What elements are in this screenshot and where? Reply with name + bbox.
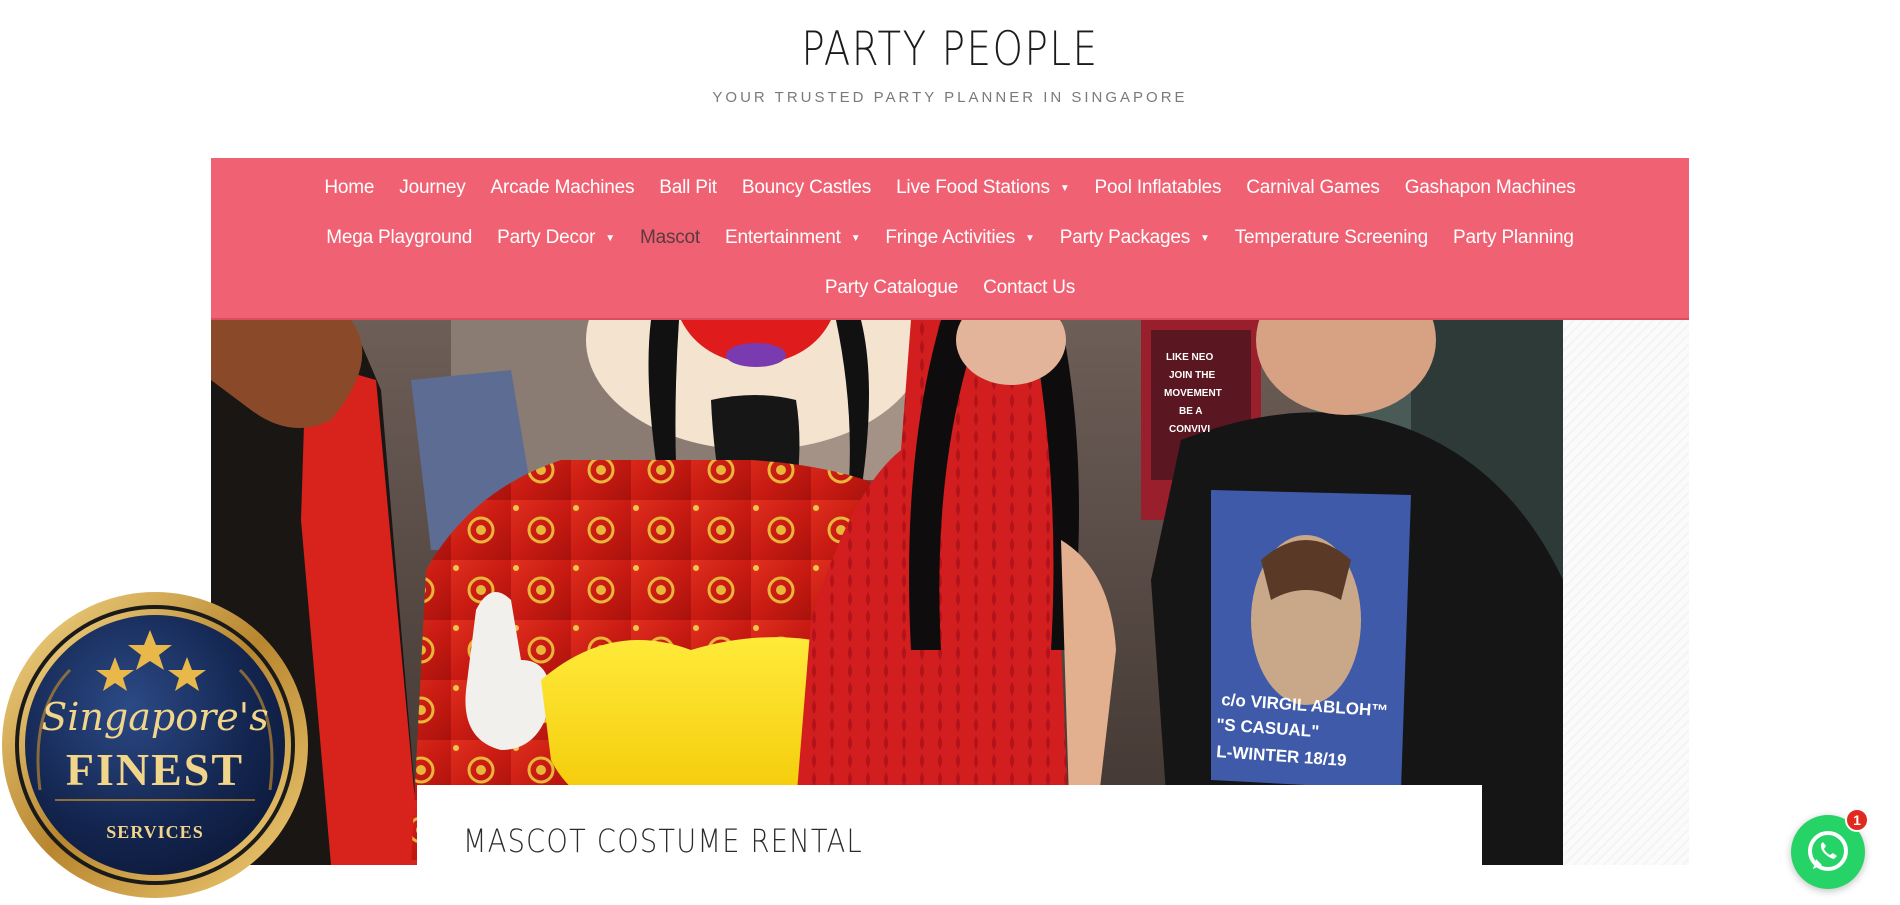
nav-label: Live Food Stations <box>896 177 1050 198</box>
nav-label: Party Decor <box>497 227 596 248</box>
nav-item-bouncy-castles[interactable]: Bouncy Castles <box>729 177 883 199</box>
dropdown-caret-icon: ▼ <box>1059 182 1070 194</box>
nav-row-2: Mega Playground Party Decor ▼ Mascot Ente… <box>211 223 1689 253</box>
nav-item-party-packages[interactable]: Party Packages ▼ <box>1047 227 1222 249</box>
poster-text-line-5: CONVIVI <box>1169 424 1210 435</box>
nav-item-live-food-stations[interactable]: Live Food Stations ▼ <box>884 177 1082 199</box>
nav-label: Entertainment <box>725 227 841 248</box>
nav-item-home[interactable]: Home <box>312 177 387 199</box>
hero-side-panel <box>1563 320 1689 865</box>
badge-line-1: Singapore's <box>41 695 268 739</box>
nav-item-carnival-games[interactable]: Carnival Games <box>1234 177 1392 199</box>
dropdown-caret-icon: ▼ <box>850 232 861 244</box>
poster-text-line-2: JOIN THE <box>1169 370 1215 381</box>
nav-label: Journey <box>399 177 466 198</box>
nav-row-3: Party Catalogue Contact Us <box>211 273 1689 303</box>
hero-photo-mascot-and-guests: c/o VIRGIL ABLOH™ "S CASUAL" L-WINTER 18… <box>211 320 1563 865</box>
site-header: PARTY PEOPLE YOUR TRUSTED PARTY PLANNER … <box>0 0 1900 158</box>
nav-item-mascot[interactable]: Mascot <box>627 227 712 249</box>
site-tagline: YOUR TRUSTED PARTY PLANNER IN SINGAPORE <box>712 89 1188 106</box>
nav-label: Arcade Machines <box>490 177 635 198</box>
main-navigation: Home Journey Arcade Machines Ball Pit Bo… <box>211 158 1689 320</box>
post-header: MASCOT COSTUME RENTAL <box>417 785 1482 900</box>
nav-item-ball-pit[interactable]: Ball Pit <box>647 177 730 199</box>
nav-label: Ball Pit <box>659 177 717 198</box>
nav-item-party-planning[interactable]: Party Planning <box>1441 227 1587 249</box>
nav-item-party-decor[interactable]: Party Decor ▼ <box>485 227 628 249</box>
nav-item-gashapon-machines[interactable]: Gashapon Machines <box>1392 177 1588 199</box>
site-title[interactable]: PARTY PEOPLE <box>171 22 1729 77</box>
badge-line-3: SERVICES <box>106 822 203 842</box>
singapores-finest-badge[interactable]: Singapore's FINEST SERVICES <box>0 590 310 900</box>
nav-label: Mascot <box>639 227 700 248</box>
nav-label: Mega Playground <box>326 227 473 248</box>
nav-item-fringe-activities[interactable]: Fringe Activities ▼ <box>873 227 1047 249</box>
nav-label: Party Catalogue <box>824 277 959 298</box>
nav-item-entertainment[interactable]: Entertainment ▼ <box>713 227 873 249</box>
nav-item-arcade-machines[interactable]: Arcade Machines <box>478 177 647 199</box>
nav-item-contact-us[interactable]: Contact Us <box>971 277 1088 299</box>
poster-text-line-3: MOVEMENT <box>1164 388 1222 399</box>
nav-label: Pool Inflatables <box>1094 177 1222 198</box>
poster-text-line-1: LIKE NEO <box>1166 352 1213 363</box>
dropdown-caret-icon: ▼ <box>1025 232 1035 244</box>
nav-label: Bouncy Castles <box>741 177 872 198</box>
whatsapp-notification-badge: 1 <box>1845 808 1869 832</box>
nav-label: Carnival Games <box>1246 177 1380 198</box>
nav-label: Party Planning <box>1453 227 1574 248</box>
nav-label: Party Packages <box>1059 227 1191 248</box>
poster-text-line-4: BE A <box>1179 406 1203 417</box>
hero-image: c/o VIRGIL ABLOH™ "S CASUAL" L-WINTER 18… <box>211 320 1563 865</box>
nav-item-party-catalogue[interactable]: Party Catalogue <box>812 277 970 299</box>
badge-seal-icon: Singapore's FINEST SERVICES <box>2 592 308 898</box>
nav-label: Temperature Screening <box>1234 227 1429 248</box>
post-title: MASCOT COSTUME RENTAL <box>463 822 863 860</box>
nav-label: Gashapon Machines <box>1404 177 1576 198</box>
nav-label: Fringe Activities <box>885 227 1016 248</box>
nav-row-1: Home Journey Arcade Machines Ball Pit Bo… <box>211 173 1689 203</box>
nav-item-journey[interactable]: Journey <box>387 177 478 199</box>
nav-item-mega-playground[interactable]: Mega Playground <box>314 227 485 249</box>
nav-label: Home <box>324 177 375 198</box>
badge-line-2: FINEST <box>66 744 244 795</box>
nav-label: Contact Us <box>983 277 1076 298</box>
nav-item-temperature-screening[interactable]: Temperature Screening <box>1222 227 1440 249</box>
dropdown-caret-icon: ▼ <box>1200 232 1210 244</box>
dropdown-caret-icon: ▼ <box>605 232 615 244</box>
nav-item-pool-inflatables[interactable]: Pool Inflatables <box>1082 177 1234 199</box>
